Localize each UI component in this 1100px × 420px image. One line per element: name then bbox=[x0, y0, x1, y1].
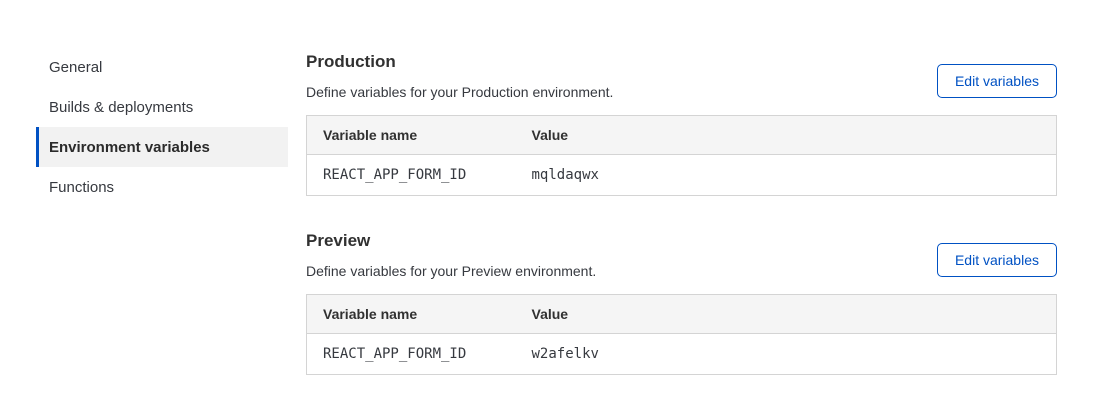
variable-value-cell: w2afelkv bbox=[516, 334, 1057, 375]
production-section-header: Production Define variables for your Pro… bbox=[306, 50, 1057, 102]
table-row: REACT_APP_FORM_ID w2afelkv bbox=[307, 334, 1057, 375]
table-row: REACT_APP_FORM_ID mqldaqwx bbox=[307, 155, 1057, 196]
environment-variables-content: Production Define variables for your Pro… bbox=[306, 47, 1057, 375]
column-header-variable-name: Variable name bbox=[307, 295, 516, 334]
variable-name-cell: REACT_APP_FORM_ID bbox=[307, 334, 516, 375]
variable-name-cell: REACT_APP_FORM_ID bbox=[307, 155, 516, 196]
preview-section-header-text: Preview Define variables for your Previe… bbox=[306, 229, 596, 281]
column-header-variable-name: Variable name bbox=[307, 116, 516, 155]
production-variables-table: Variable name Value REACT_APP_FORM_ID mq… bbox=[306, 115, 1057, 196]
table-header-row: Variable name Value bbox=[307, 295, 1057, 334]
preview-edit-variables-button[interactable]: Edit variables bbox=[937, 243, 1057, 277]
production-section-description: Define variables for your Production env… bbox=[306, 82, 613, 102]
production-section-title: Production bbox=[306, 50, 613, 74]
variable-value-cell: mqldaqwx bbox=[516, 155, 1057, 196]
column-header-value: Value bbox=[516, 295, 1057, 334]
production-edit-variables-button[interactable]: Edit variables bbox=[937, 64, 1057, 98]
preview-section-header: Preview Define variables for your Previe… bbox=[306, 229, 1057, 281]
production-section-header-text: Production Define variables for your Pro… bbox=[306, 50, 613, 102]
sidebar-item-builds-deployments[interactable]: Builds & deployments bbox=[36, 87, 288, 127]
column-header-value: Value bbox=[516, 116, 1057, 155]
preview-variables-table: Variable name Value REACT_APP_FORM_ID w2… bbox=[306, 294, 1057, 375]
settings-sidebar: General Builds & deployments Environment… bbox=[36, 47, 288, 207]
preview-section: Preview Define variables for your Previe… bbox=[306, 229, 1057, 375]
sidebar-item-general[interactable]: General bbox=[36, 47, 288, 87]
sidebar-item-environment-variables[interactable]: Environment variables bbox=[36, 127, 288, 167]
preview-section-title: Preview bbox=[306, 229, 596, 253]
preview-section-description: Define variables for your Preview enviro… bbox=[306, 261, 596, 281]
settings-page: General Builds & deployments Environment… bbox=[0, 0, 1100, 375]
production-section: Production Define variables for your Pro… bbox=[306, 50, 1057, 196]
table-header-row: Variable name Value bbox=[307, 116, 1057, 155]
sidebar-item-functions[interactable]: Functions bbox=[36, 167, 288, 207]
